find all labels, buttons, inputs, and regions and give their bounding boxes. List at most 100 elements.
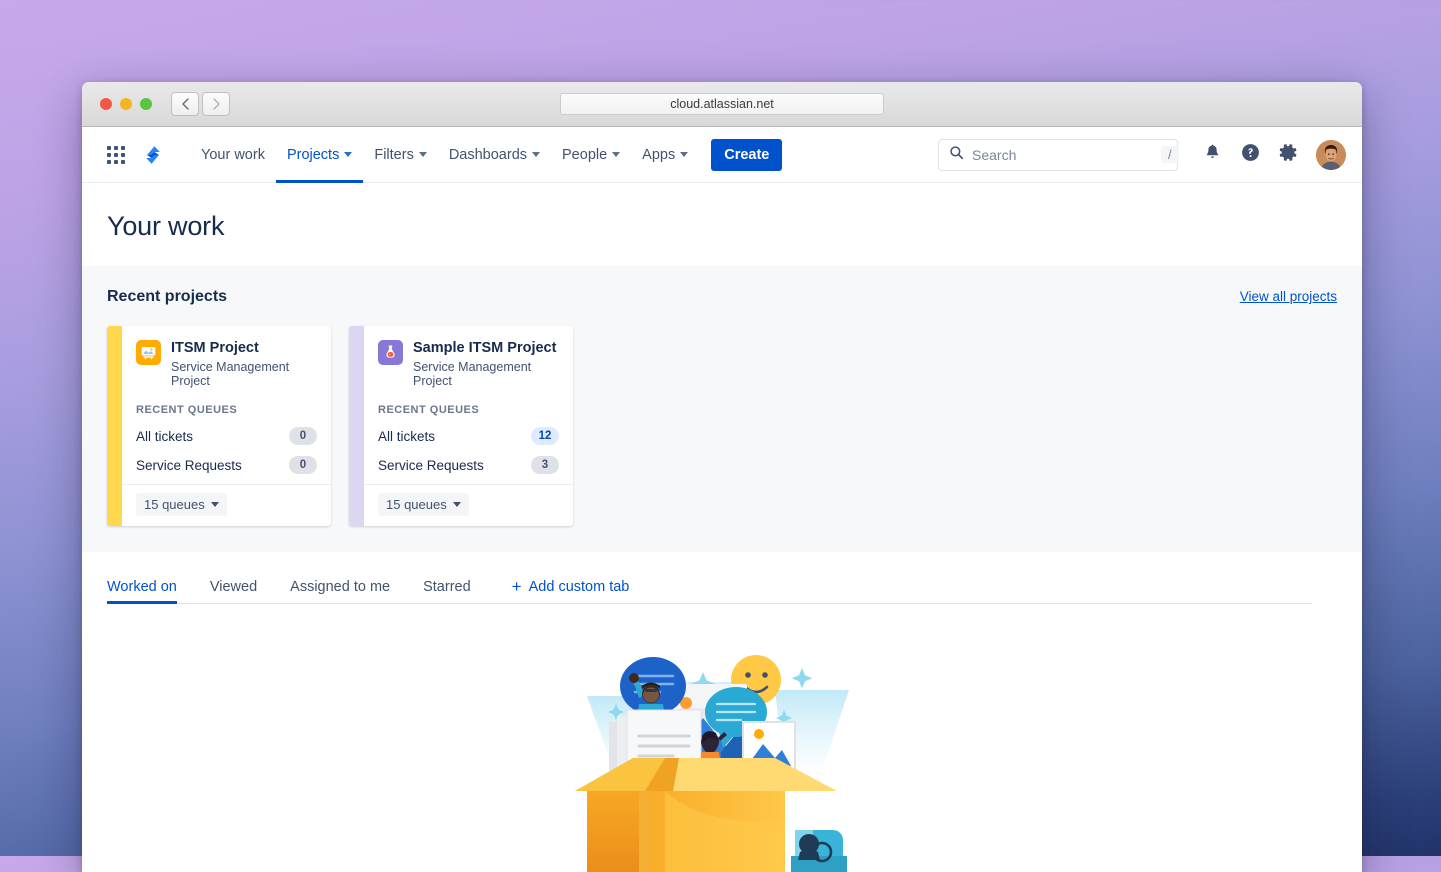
help-button[interactable]: [1234, 139, 1266, 171]
tab-assigned-to-me[interactable]: Assigned to me: [290, 579, 390, 604]
apps-grid-icon: [107, 146, 125, 164]
maximize-window-button[interactable]: [140, 98, 152, 110]
recent-projects-header: Recent projects View all projects: [107, 288, 1337, 306]
nav-label: Apps: [642, 147, 675, 163]
chevron-down-icon: [453, 502, 461, 507]
back-button[interactable]: [171, 92, 199, 116]
nav-item-projects[interactable]: Projects: [276, 127, 363, 183]
queue-count-badge: 12: [531, 427, 559, 445]
browser-nav-buttons: [171, 92, 230, 116]
queue-name: Service Requests: [378, 458, 484, 473]
delivery-truck-box-illustration-icon: [569, 646, 875, 872]
window-controls: [100, 98, 152, 110]
nav-label: Projects: [287, 147, 339, 163]
address-bar[interactable]: cloud.atlassian.net: [560, 93, 884, 115]
project-card-main: Sample ITSM Project Service Management P…: [364, 326, 573, 484]
project-card-list: ITSM Project Service Management Project …: [107, 326, 1337, 526]
search-box[interactable]: /: [938, 139, 1178, 171]
chevron-down-icon: [680, 152, 688, 157]
empty-state-illustration-wrap: [107, 604, 1337, 872]
gear-icon: [1278, 142, 1299, 168]
nav-item-filters[interactable]: Filters: [363, 127, 437, 183]
project-name: Sample ITSM Project: [413, 340, 559, 357]
chevron-right-icon: [212, 98, 221, 110]
page-header: Your work: [82, 183, 1362, 266]
chevron-down-icon: [612, 152, 620, 157]
project-card-main: ITSM Project Service Management Project …: [122, 326, 331, 484]
project-card-body: Sample ITSM Project Service Management P…: [364, 326, 573, 526]
project-card[interactable]: ITSM Project Service Management Project …: [107, 326, 331, 526]
browser-titlebar: cloud.atlassian.net: [82, 82, 1362, 127]
search-input[interactable]: [972, 147, 1153, 163]
recent-projects-section: Recent projects View all projects: [82, 266, 1362, 552]
minimize-window-button[interactable]: [120, 98, 132, 110]
project-avatar-service-desk-icon: [136, 340, 161, 365]
queue-name: Service Requests: [136, 458, 242, 473]
queue-row[interactable]: Service Requests 0: [136, 456, 317, 474]
primary-nav-items: Your work Projects Filters Dashboards Pe…: [190, 127, 782, 183]
project-card[interactable]: Sample ITSM Project Service Management P…: [349, 326, 573, 526]
recent-queues-label: RECENT QUEUES: [378, 404, 559, 416]
queues-count-label: 15 queues: [386, 497, 447, 512]
page-title: Your work: [107, 211, 1362, 242]
nav-item-people[interactable]: People: [551, 127, 631, 183]
bell-icon: [1203, 143, 1222, 167]
forward-button[interactable]: [202, 92, 230, 116]
nav-right-cluster: /: [938, 139, 1346, 171]
notifications-button[interactable]: [1196, 139, 1228, 171]
project-card-color-bar: [107, 326, 122, 526]
nav-label: Dashboards: [449, 147, 527, 163]
project-name: ITSM Project: [171, 340, 317, 357]
project-type: Service Management Project: [413, 360, 559, 388]
recent-projects-title: Recent projects: [107, 288, 227, 306]
nav-label: Filters: [374, 147, 413, 163]
queue-row[interactable]: All tickets 12: [378, 427, 559, 445]
browser-window: cloud.atlassian.net Your work Projects: [82, 82, 1362, 872]
tab-starred[interactable]: Starred: [423, 579, 471, 604]
work-tabs: Worked on Viewed Assigned to me Starred …: [107, 578, 1337, 604]
queue-name: All tickets: [378, 429, 435, 444]
top-navigation-bar: Your work Projects Filters Dashboards Pe…: [82, 127, 1362, 183]
url-text: cloud.atlassian.net: [670, 97, 774, 111]
project-card-footer: 15 queues: [122, 484, 331, 526]
add-custom-tab-button[interactable]: + Add custom tab: [512, 578, 630, 604]
project-card-heading: ITSM Project Service Management Project: [136, 340, 317, 388]
work-tabs-area: Worked on Viewed Assigned to me Starred …: [82, 552, 1362, 872]
queues-dropdown-button[interactable]: 15 queues: [136, 493, 227, 516]
view-all-projects-link[interactable]: View all projects: [1240, 289, 1337, 304]
queues-count-label: 15 queues: [144, 497, 205, 512]
chevron-left-icon: [181, 98, 190, 110]
tab-worked-on[interactable]: Worked on: [107, 579, 177, 604]
queues-dropdown-button[interactable]: 15 queues: [378, 493, 469, 516]
chevron-down-icon: [344, 152, 352, 157]
project-card-heading: Sample ITSM Project Service Management P…: [378, 340, 559, 388]
nav-item-your-work[interactable]: Your work: [190, 127, 276, 183]
chevron-down-icon: [419, 152, 427, 157]
queue-name: All tickets: [136, 429, 193, 444]
recent-queues-label: RECENT QUEUES: [136, 404, 317, 416]
close-window-button[interactable]: [100, 98, 112, 110]
search-shortcut-hint: /: [1161, 146, 1179, 163]
plus-icon: +: [512, 578, 522, 595]
avatar[interactable]: [1316, 140, 1346, 170]
add-custom-tab-label: Add custom tab: [529, 579, 630, 595]
nav-label: People: [562, 147, 607, 163]
help-circle-icon: [1240, 142, 1261, 168]
project-type: Service Management Project: [171, 360, 317, 388]
queue-row[interactable]: All tickets 0: [136, 427, 317, 445]
tab-viewed[interactable]: Viewed: [210, 579, 257, 604]
nav-item-apps[interactable]: Apps: [631, 127, 699, 183]
jira-logo-icon[interactable]: [136, 139, 170, 171]
project-avatar-potion-icon: [378, 340, 403, 365]
nav-item-dashboards[interactable]: Dashboards: [438, 127, 551, 183]
settings-button[interactable]: [1272, 139, 1304, 171]
project-card-color-bar: [349, 326, 364, 526]
queue-count-badge: 0: [289, 456, 317, 474]
search-icon: [949, 145, 964, 165]
app-switcher-button[interactable]: [100, 139, 132, 171]
chevron-down-icon: [532, 152, 540, 157]
queue-row[interactable]: Service Requests 3: [378, 456, 559, 474]
create-button[interactable]: Create: [711, 139, 782, 171]
queue-count-badge: 3: [531, 456, 559, 474]
project-card-footer: 15 queues: [364, 484, 573, 526]
